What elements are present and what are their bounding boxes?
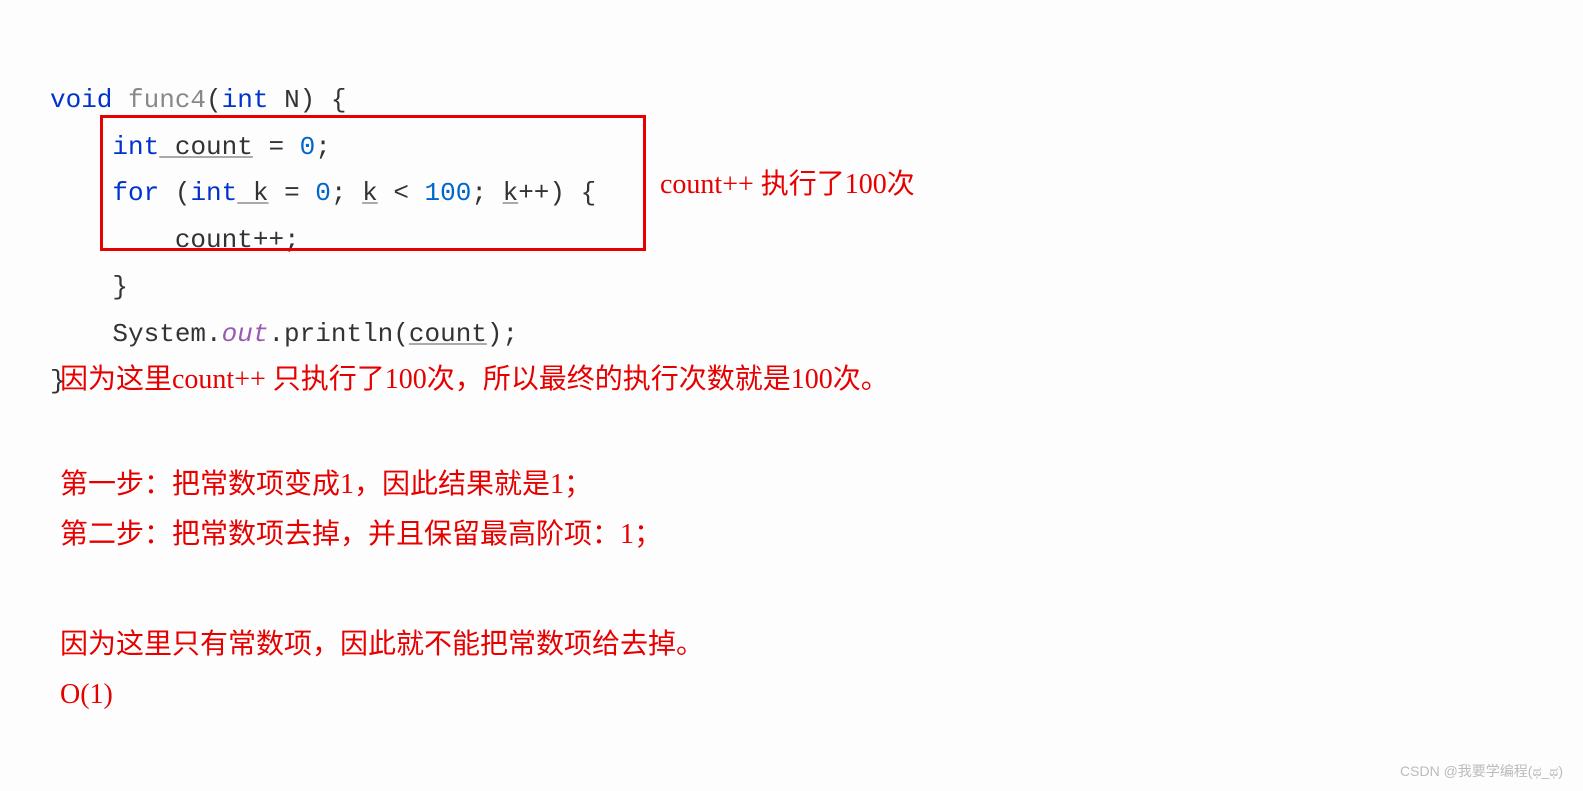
indent (50, 178, 112, 208)
code-text: < (378, 178, 425, 208)
code-text: N) { (268, 85, 346, 115)
code-text: .println( (268, 319, 408, 349)
class-ref: System. (112, 319, 221, 349)
var-k: k (503, 178, 519, 208)
var-k: k (362, 178, 378, 208)
annotation-step-1: 第一步：把常数项变成1，因此结果就是1； (60, 460, 592, 510)
annotation-bigO: O(1) (60, 670, 113, 720)
code-text: ++; (253, 225, 300, 255)
watermark-text: CSDN @我要学编程(ಥ_ಥ) (1400, 761, 1563, 781)
field-out: out (222, 319, 269, 349)
annotation-right: count++ 执行了100次 (660, 160, 915, 210)
annotation-step-2: 第二步：把常数项去掉，并且保留最高阶项：1； (60, 510, 662, 560)
code-text: ); (487, 319, 518, 349)
annotation-paragraph-2: 因为这里只有常数项，因此就不能把常数项给去掉。 (60, 620, 704, 670)
keyword-int: int (112, 132, 159, 162)
indent (50, 319, 112, 349)
function-name: func4 (112, 85, 206, 115)
code-text: = (268, 178, 315, 208)
code-text: = (253, 132, 300, 162)
var-count: count (159, 132, 253, 162)
number-literal: 0 (300, 132, 316, 162)
code-text: ++) { (518, 178, 596, 208)
keyword-int: int (222, 85, 269, 115)
keyword-for: for (112, 178, 159, 208)
code-text: ; (471, 178, 502, 208)
number-literal: 100 (425, 178, 472, 208)
indent (50, 272, 112, 302)
code-text: ( (206, 85, 222, 115)
indent (50, 225, 175, 255)
annotation-paragraph-1: 因为这里count++ 只执行了100次，所以最终的执行次数就是100次。 (60, 355, 889, 405)
semicolon: ; (315, 132, 331, 162)
code-text: ; (331, 178, 362, 208)
var-count: count (175, 225, 253, 255)
brace: } (112, 272, 128, 302)
number-literal: 0 (315, 178, 331, 208)
keyword-void: void (50, 85, 112, 115)
indent (50, 132, 112, 162)
keyword-int: int (190, 178, 237, 208)
code-text: ( (159, 178, 190, 208)
var-count: count (409, 319, 487, 349)
var-k: k (237, 178, 268, 208)
